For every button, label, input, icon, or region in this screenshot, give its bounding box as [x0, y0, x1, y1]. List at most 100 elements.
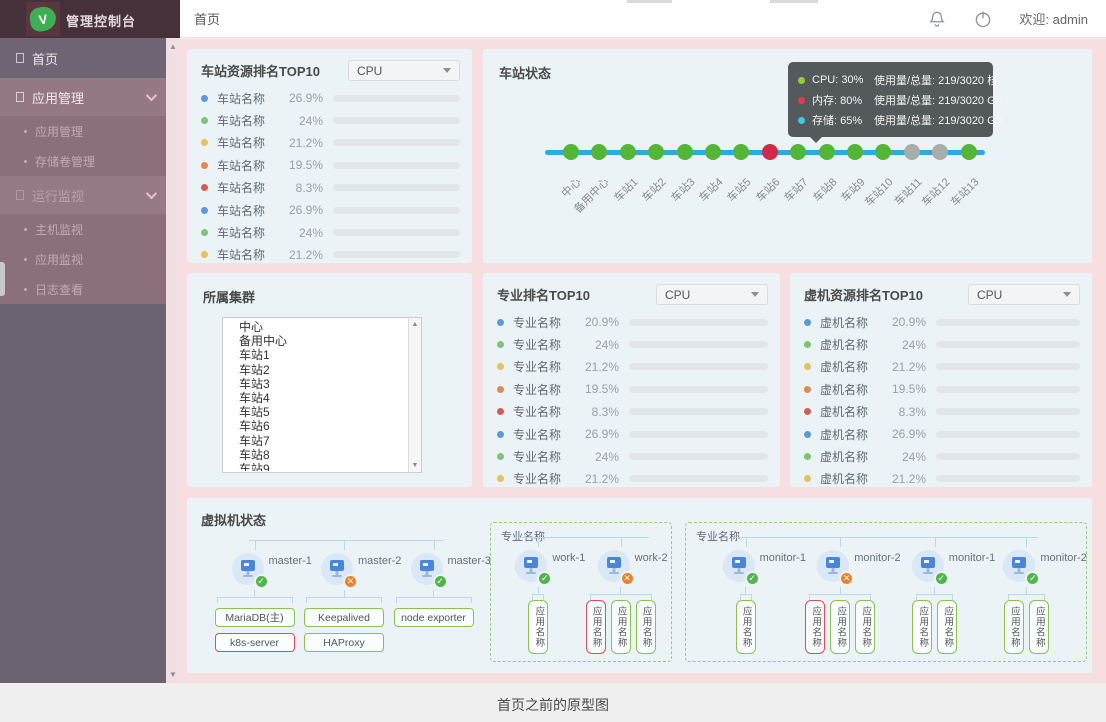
cluster-list-item[interactable]: 中心 [239, 320, 407, 334]
master-nodes: master-1 MariaDB(主) k8s-server [205, 540, 483, 652]
card-title: 车站资源排名TOP10 [201, 61, 320, 80]
ranking-value: 24% [882, 338, 926, 352]
series-dot [804, 453, 811, 460]
station-dot[interactable] [961, 144, 977, 160]
card-title: 虚机资源排名TOP10 [804, 285, 923, 304]
app-box: 应用名称 [855, 600, 875, 654]
cluster-listbox[interactable]: 中心 备用中心 车站1 车站2 车站3 车站4 车站5 车站6 [222, 317, 422, 473]
ranking-bar-track [936, 431, 1080, 438]
status-badge [343, 574, 358, 589]
usage-text: 使用量/总量: 219/3020 核 [874, 72, 998, 88]
station-dot[interactable] [563, 144, 579, 160]
station-dot[interactable] [847, 144, 863, 160]
vm-apps: Keepalived HAProxy [304, 597, 384, 652]
vm-name: monitor-1 [760, 552, 806, 564]
bullet-icon [24, 228, 27, 231]
cluster-list-item[interactable]: 车站6 [239, 419, 407, 433]
sidebar-item-label: 应用管理 [32, 88, 84, 107]
cluster-list-item[interactable]: 车站8 [239, 448, 407, 462]
power-icon[interactable] [973, 9, 993, 29]
series-dot [201, 162, 208, 169]
station-dot[interactable] [677, 144, 693, 160]
station-dot[interactable] [733, 144, 749, 160]
metric-dot [798, 117, 805, 124]
bell-icon[interactable] [927, 9, 947, 29]
ranking-value: 21.2% [575, 360, 619, 374]
scroll-down-icon[interactable]: ▼ [166, 670, 180, 679]
cpu-select[interactable]: CPU [348, 60, 460, 81]
timeline-stop: 车站9 [847, 144, 863, 160]
sidebar-item-app-monitor[interactable]: 应用监视 [0, 244, 166, 274]
timeline-stop: 车站13 [961, 144, 977, 160]
ranking-row: 专业名称 20.9% [497, 311, 768, 333]
station-dot[interactable] [819, 144, 835, 160]
station-dot[interactable] [591, 144, 607, 160]
ranking-label: 车站名称 [217, 112, 279, 129]
cluster-list-item[interactable]: 车站1 [239, 348, 407, 362]
station-dot[interactable] [875, 144, 891, 160]
station-dot[interactable] [932, 144, 948, 160]
ranking-value: 20.9% [575, 315, 619, 329]
station-dot[interactable] [620, 144, 636, 160]
ranking-bar-track [629, 319, 768, 326]
cluster-list-item[interactable]: 车站3 [239, 377, 407, 391]
metric-text: 内存: 80% [812, 92, 874, 108]
station-ranking-card: 车站资源排名TOP10 CPU 车站名称 26.9% [187, 49, 472, 263]
cpu-select[interactable]: CPU [968, 284, 1080, 305]
connector-stub [934, 587, 935, 594]
ranking-row: 车站名称 24% [201, 221, 460, 243]
sidebar-item-storage-volume[interactable]: 存储卷管理 [0, 146, 166, 176]
sidebar-item-app-management-sub[interactable]: 应用管理 [0, 116, 166, 146]
sidebar-item-run-monitor[interactable]: 运行监视 [0, 176, 166, 214]
cluster-list-item[interactable]: 车站5 [239, 405, 407, 419]
series-dot [201, 184, 208, 191]
ranking-label: 车站名称 [217, 134, 279, 151]
station-dot[interactable] [762, 144, 778, 160]
scroll-up-icon[interactable]: ▲ [166, 42, 180, 51]
app-icon [16, 92, 24, 102]
scroll-down-icon[interactable]: ▼ [409, 462, 421, 469]
timeline-stop: 车站6 [762, 144, 778, 160]
station-dot[interactable] [790, 144, 806, 160]
sidebar-item-app-management[interactable]: 应用管理 [0, 78, 166, 116]
listbox-scrollbar[interactable]: ▲ ▼ [408, 318, 421, 472]
major-ranking-card: 专业排名TOP10 CPU 专业名称 20.9% [483, 273, 780, 487]
ranking-value: 21.2% [279, 136, 323, 150]
ranking-rows: 专业名称 20.9% 专业名称 24% 专业名称 2 [483, 308, 780, 490]
ranking-label: 车站名称 [217, 90, 279, 107]
sidebar-item-home[interactable]: 首页 [0, 38, 166, 78]
ranking-label: 专业名称 [513, 470, 575, 487]
vm-icon [722, 549, 756, 583]
ranking-bar-track [629, 408, 768, 415]
app-logo-icon: V [28, 5, 57, 32]
station-dot[interactable] [904, 144, 920, 160]
series-dot [804, 475, 811, 482]
sidebar-item-host-monitor[interactable]: 主机监视 [0, 214, 166, 244]
ranking-bar-track [333, 184, 460, 191]
cluster-list-item[interactable]: 车站2 [239, 363, 407, 377]
cluster-list-item[interactable]: 备用中心 [239, 334, 407, 348]
tab-home[interactable]: 首页 [194, 9, 220, 28]
series-dot [497, 475, 504, 482]
ranking-row: 虚机名称 8.3% [804, 401, 1080, 423]
ranking-bar-track [333, 207, 460, 214]
cluster-list-item[interactable]: 车站4 [239, 391, 407, 405]
cpu-select[interactable]: CPU [656, 284, 768, 305]
cluster-list-item[interactable]: 车站7 [239, 434, 407, 448]
caret-down-icon [1063, 292, 1071, 297]
station-dot[interactable] [705, 144, 721, 160]
connector-line [249, 540, 443, 541]
scroll-up-icon[interactable]: ▲ [409, 321, 421, 328]
sidebar-item-label: 存储卷管理 [35, 153, 95, 170]
cluster-list-item[interactable]: 车站9 [239, 462, 407, 471]
vm-node: monitor-2 应用名称 应用名称 应用名称 [805, 547, 875, 654]
station-dot[interactable] [648, 144, 664, 160]
app-label: 应用名称 [614, 606, 628, 648]
sidebar-scrollbar[interactable]: ▲ ▼ [166, 38, 180, 683]
app-box: 应用名称 [912, 600, 932, 654]
sidebar-item-log-view[interactable]: 日志查看 [0, 274, 166, 304]
window-edge-handle[interactable] [0, 262, 5, 296]
vm-name: monitor-2 [854, 552, 900, 564]
ranking-row: 虚机名称 19.5% [804, 378, 1080, 400]
timeline-stop: 车站2 [648, 144, 664, 160]
